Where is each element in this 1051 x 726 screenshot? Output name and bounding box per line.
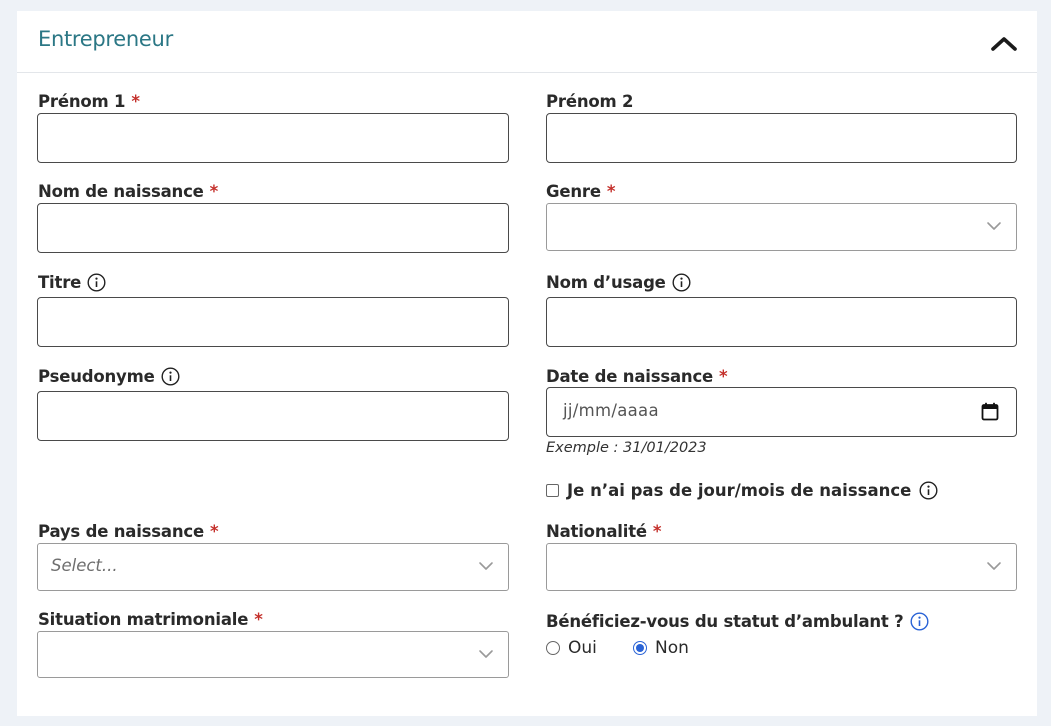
radio-non-label: Non [655, 638, 689, 658]
radio-oui[interactable] [546, 641, 560, 655]
prenom2-input[interactable] [546, 113, 1017, 163]
nationalite-select[interactable] [546, 543, 1017, 591]
prenom1-label: Prénom 1 * [38, 92, 140, 111]
date-naissance-input[interactable]: jj/mm/aaaa [546, 387, 1017, 437]
situation-matrimoniale-select[interactable] [37, 631, 509, 678]
info-icon[interactable] [910, 612, 929, 631]
date-naissance-label: Date de naissance * [546, 367, 728, 386]
prenom1-input[interactable] [37, 113, 509, 163]
titre-label: Titre [38, 273, 106, 292]
pays-naissance-placeholder: Select... [51, 556, 118, 575]
no-day-month-label: Je n’ai pas de jour/mois de naissance [567, 481, 912, 500]
entrepreneur-section: Entrepreneur Prénom 1 * Prénom 2 Nom de … [17, 11, 1037, 716]
nationalite-label: Nationalité * [546, 522, 662, 541]
info-icon[interactable] [919, 481, 938, 500]
required-mark: * [652, 522, 662, 541]
calendar-icon[interactable] [981, 402, 999, 421]
no-day-month-checkbox[interactable] [546, 484, 559, 497]
nom-naissance-label: Nom de naissance * [38, 182, 219, 201]
nom-usage-label: Nom d’usage [546, 273, 691, 292]
date-placeholder: jj/mm/aaaa [563, 401, 659, 420]
genre-select[interactable] [546, 203, 1017, 251]
info-icon[interactable] [161, 367, 180, 386]
section-header[interactable]: Entrepreneur [17, 11, 1037, 73]
required-mark: * [254, 610, 263, 629]
required-mark: * [131, 92, 140, 111]
nom-usage-input[interactable] [546, 297, 1017, 347]
pseudonyme-input[interactable] [37, 391, 509, 441]
nom-naissance-input[interactable] [37, 203, 509, 253]
no-day-month-row: Je n’ai pas de jour/mois de naissance [546, 481, 938, 500]
required-mark: * [719, 367, 728, 386]
info-icon[interactable] [672, 273, 691, 292]
required-mark: * [209, 182, 219, 201]
chevron-down-icon [987, 562, 1001, 570]
prenom2-label: Prénom 2 [546, 92, 634, 111]
genre-label: Genre * [546, 182, 616, 201]
pays-naissance-select[interactable]: Select... [37, 543, 509, 591]
chevron-up-icon[interactable] [989, 32, 1019, 54]
pays-naissance-label: Pays de naissance * [38, 522, 219, 541]
section-title: Entrepreneur [38, 27, 173, 51]
chevron-down-icon [479, 650, 493, 658]
titre-input[interactable] [37, 297, 509, 347]
date-hint: Exemple : 31/01/2023 [546, 440, 707, 456]
required-mark: * [209, 522, 219, 541]
radio-oui-label: Oui [568, 638, 597, 658]
radio-non[interactable] [633, 641, 647, 655]
ambulant-label: Bénéficiez-vous du statut d’ambulant ? [546, 612, 929, 631]
ambulant-option-oui[interactable]: Oui [546, 638, 597, 658]
required-mark: * [606, 182, 616, 201]
situation-matrimoniale-label: Situation matrimoniale * [38, 610, 263, 629]
ambulant-option-non[interactable]: Non [633, 638, 689, 658]
chevron-down-icon [987, 222, 1001, 230]
info-icon[interactable] [87, 273, 106, 292]
pseudonyme-label: Pseudonyme [38, 367, 180, 386]
chevron-down-icon [479, 562, 493, 570]
